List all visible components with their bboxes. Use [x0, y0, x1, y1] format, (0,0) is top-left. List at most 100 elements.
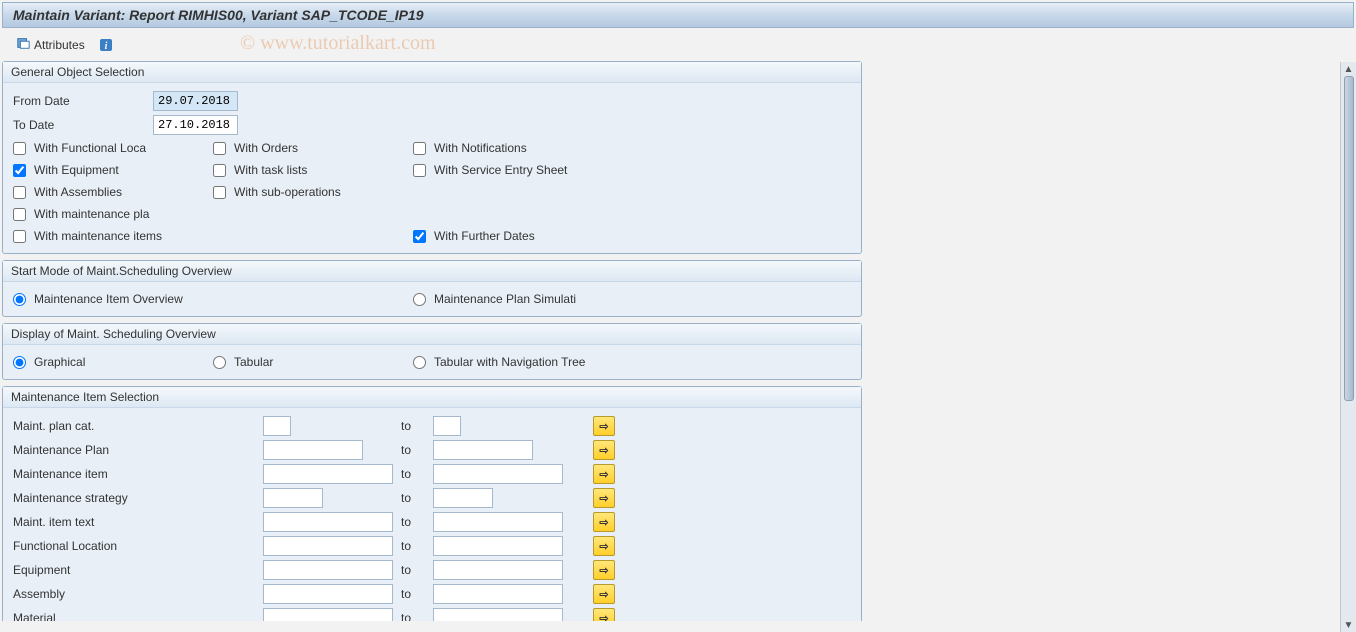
multiple-selection-button[interactable]: ⇨: [593, 584, 615, 604]
cb-notifications[interactable]: With Notifications: [413, 141, 633, 155]
selection-to-label: to: [393, 563, 433, 577]
selection-to-input[interactable]: [433, 536, 563, 556]
selection-label: Functional Location: [13, 539, 263, 553]
selection-to-label: to: [393, 419, 433, 433]
multiple-selection-button[interactable]: ⇨: [593, 416, 615, 436]
arrow-right-icon: ⇨: [599, 540, 608, 553]
page-title: Maintain Variant: Report RIMHIS00, Varia…: [13, 7, 424, 23]
selection-to-input[interactable]: [433, 608, 563, 621]
arrow-right-icon: ⇨: [599, 444, 608, 457]
selection-to-input[interactable]: [433, 560, 563, 580]
selection-row: Maint. plan cat.to⇨: [13, 414, 851, 438]
group-header: Maintenance Item Selection: [3, 387, 861, 408]
multiple-selection-button[interactable]: ⇨: [593, 464, 615, 484]
selection-label: Maintenance item: [13, 467, 263, 481]
attributes-icon: [16, 36, 30, 53]
cb-assemblies[interactable]: With Assemblies: [13, 185, 213, 199]
selection-from-input[interactable]: [263, 536, 393, 556]
selection-from-input[interactable]: [263, 488, 323, 508]
attributes-label: Attributes: [34, 38, 85, 52]
radio-plan-simulati[interactable]: Maintenance Plan Simulati: [413, 292, 633, 306]
multiple-selection-button[interactable]: ⇨: [593, 488, 615, 508]
cb-further-dates[interactable]: With Further Dates: [413, 229, 633, 243]
arrow-right-icon: ⇨: [599, 612, 608, 622]
selection-label: Assembly: [13, 587, 263, 601]
selection-label: Equipment: [13, 563, 263, 577]
multiple-selection-button[interactable]: ⇨: [593, 560, 615, 580]
selection-from-input[interactable]: [263, 584, 393, 604]
selection-row: Maintenance Planto⇨: [13, 438, 851, 462]
vertical-scrollbar[interactable]: ▲ ▼: [1340, 62, 1356, 632]
selection-from-input[interactable]: [263, 560, 393, 580]
selection-label: Maintenance strategy: [13, 491, 263, 505]
cb-task-lists[interactable]: With task lists: [213, 163, 413, 177]
group-start-mode: Start Mode of Maint.Scheduling Overview …: [2, 260, 862, 317]
cb-label: With Further Dates: [434, 229, 535, 243]
selection-to-input[interactable]: [433, 440, 533, 460]
selection-to-label: to: [393, 539, 433, 553]
selection-to-input[interactable]: [433, 488, 493, 508]
radio-tabular-nav[interactable]: Tabular with Navigation Tree: [413, 355, 633, 369]
cb-orders[interactable]: With Orders: [213, 141, 413, 155]
selection-to-input[interactable]: [433, 512, 563, 532]
title-bar: Maintain Variant: Report RIMHIS00, Varia…: [2, 2, 1354, 28]
arrow-right-icon: ⇨: [599, 564, 608, 577]
cb-maintenance-pla[interactable]: With maintenance pla: [13, 207, 213, 221]
cb-maintenance-items[interactable]: With maintenance items: [13, 229, 413, 243]
radio-tabular[interactable]: Tabular: [213, 355, 413, 369]
selection-to-label: to: [393, 587, 433, 601]
radio-item-overview[interactable]: Maintenance Item Overview: [13, 292, 413, 306]
selection-to-label: to: [393, 491, 433, 505]
from-date-input[interactable]: [153, 91, 238, 111]
cb-label: With Equipment: [34, 163, 119, 177]
multiple-selection-button[interactable]: ⇨: [593, 608, 615, 621]
cb-label: With sub-operations: [234, 185, 341, 199]
group-header: Display of Maint. Scheduling Overview: [3, 324, 861, 345]
content-area: General Object Selection From Date To Da…: [2, 61, 1348, 621]
selection-from-input[interactable]: [263, 512, 393, 532]
info-icon[interactable]: i: [99, 38, 113, 52]
attributes-button[interactable]: Attributes: [10, 34, 91, 55]
cb-equipment[interactable]: With Equipment: [13, 163, 213, 177]
cb-sub-operations[interactable]: With sub-operations: [213, 185, 413, 199]
radio-label: Graphical: [34, 355, 85, 369]
scroll-track[interactable]: [1341, 76, 1356, 618]
arrow-right-icon: ⇨: [599, 516, 608, 529]
toolbar: Attributes i: [2, 30, 1354, 59]
selection-to-input[interactable]: [433, 464, 563, 484]
selection-to-label: to: [393, 467, 433, 481]
scroll-thumb[interactable]: [1344, 76, 1354, 401]
from-date-label: From Date: [13, 94, 153, 108]
scroll-up-icon[interactable]: ▲: [1342, 62, 1356, 76]
selection-to-input[interactable]: [433, 584, 563, 604]
arrow-right-icon: ⇨: [599, 420, 608, 433]
cb-label: With maintenance items: [34, 229, 162, 243]
selection-label: Maint. item text: [13, 515, 263, 529]
selection-row: Equipment to ⇨: [13, 558, 851, 582]
multiple-selection-button[interactable]: ⇨: [593, 536, 615, 556]
multiple-selection-button[interactable]: ⇨: [593, 440, 615, 460]
svg-text:i: i: [104, 41, 107, 52]
cb-label: With Orders: [234, 141, 298, 155]
arrow-right-icon: ⇨: [599, 492, 608, 505]
to-date-input[interactable]: [153, 115, 238, 135]
selection-row: Maintenance strategy to ⇨: [13, 486, 851, 510]
selection-from-input[interactable]: [263, 608, 393, 621]
selection-row: Maint. item textto⇨: [13, 510, 851, 534]
selection-row: Functional Location to ⇨: [13, 534, 851, 558]
selection-to-input[interactable]: [433, 416, 461, 436]
multiple-selection-button[interactable]: ⇨: [593, 512, 615, 532]
cb-service-entry[interactable]: With Service Entry Sheet: [413, 163, 633, 177]
selection-from-input[interactable]: [263, 464, 393, 484]
group-header: General Object Selection: [3, 62, 861, 83]
selection-from-input[interactable]: [263, 416, 291, 436]
cb-functional-loca[interactable]: With Functional Loca: [13, 141, 213, 155]
selection-row: Maintenance item to ⇨: [13, 462, 851, 486]
arrow-right-icon: ⇨: [599, 588, 608, 601]
radio-graphical[interactable]: Graphical: [13, 355, 213, 369]
cb-label: With Notifications: [434, 141, 527, 155]
selection-from-input[interactable]: [263, 440, 363, 460]
radio-label: Maintenance Plan Simulati: [434, 292, 576, 306]
radio-label: Tabular with Navigation Tree: [434, 355, 585, 369]
cb-label: With maintenance pla: [34, 207, 149, 221]
